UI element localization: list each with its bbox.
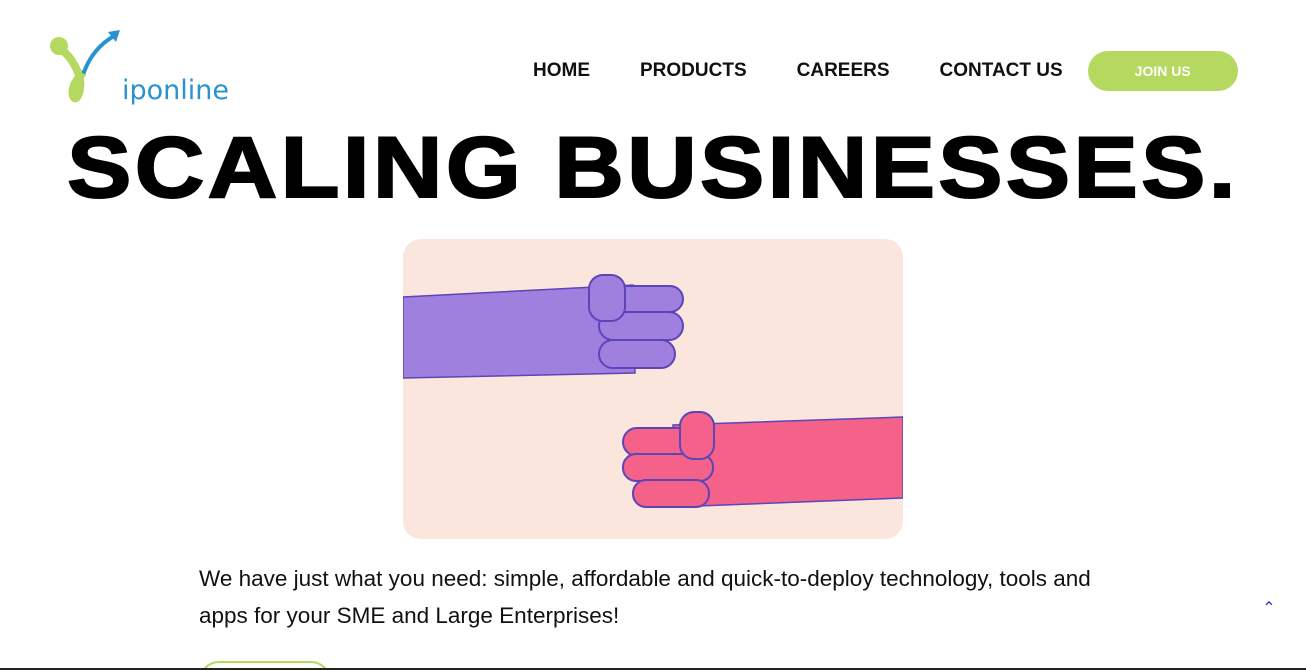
join-us-button[interactable]: JOIN US (1087, 51, 1238, 91)
logo-text: iponline (122, 75, 229, 106)
chevron-up-icon[interactable]: ⌃ (1260, 600, 1278, 618)
nav-careers-link[interactable]: CAREERS (797, 52, 890, 90)
hero-headline: SCALING BUSINESSES. (66, 119, 1239, 217)
hero-description: We have just what you need: simple, affo… (199, 566, 1091, 628)
main-nav: HOME PRODUCTS CAREERS CONTACT US JOIN US (533, 51, 1238, 91)
page: iponline HOME PRODUCTS CAREERS CONTACT U… (0, 0, 1306, 670)
nav-products-link[interactable]: PRODUCTS (640, 52, 747, 90)
nav-home-link[interactable]: HOME (533, 52, 590, 90)
fist-bump-graphic (403, 274, 903, 508)
logo[interactable]: iponline (46, 28, 229, 112)
fist-bump-illustration (403, 239, 903, 539)
nav-contact-us-link[interactable]: CONTACT US (940, 52, 1063, 90)
